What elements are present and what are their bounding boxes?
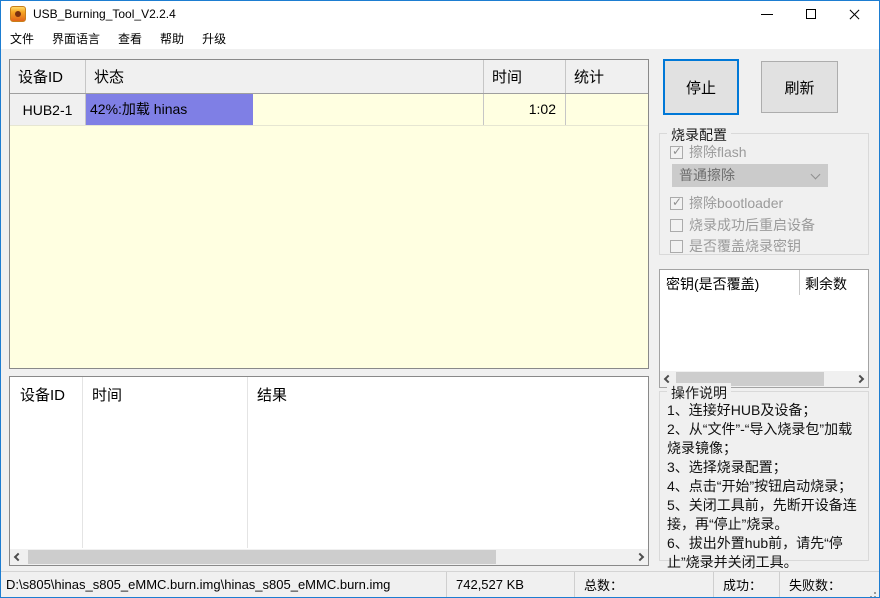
status-fail-label: 失败数：: [779, 572, 879, 597]
close-button[interactable]: [833, 1, 877, 27]
result-table-col-device-id: 设备ID: [10, 377, 82, 410]
key-table-col-remaining: 剩余数: [800, 270, 868, 295]
app-window: USB_Burning_Tool_V2.2.4 文件 界面语言 查看 帮助 升级…: [0, 0, 880, 598]
window-controls: [745, 1, 877, 27]
resize-grip[interactable]: [874, 592, 876, 594]
title-bar: USB_Burning_Tool_V2.2.4: [1, 1, 879, 27]
time-cell: 1:02: [484, 94, 566, 125]
maximize-icon: [806, 9, 816, 19]
device-table-header: 设备ID 状态 时间 统计: [10, 60, 648, 94]
window-title: USB_Burning_Tool_V2.2.4: [33, 7, 176, 21]
status-text: 42%:加载 hinas: [86, 94, 483, 125]
result-table-col-result: 结果: [247, 377, 648, 410]
overwrite-key-checkbox: [670, 240, 683, 253]
menu-item-file[interactable]: 文件: [1, 27, 43, 49]
app-icon: [10, 6, 26, 22]
key-table: 密钥(是否覆盖) 剩余数: [659, 269, 869, 388]
menu-item-help[interactable]: 帮助: [151, 27, 193, 49]
device-table: 设备ID 状态 时间 统计 HUB2-1 42%:加载 hinas 1:02: [9, 59, 649, 369]
instruction-step: 3、选择烧录配置；: [667, 458, 864, 477]
menu-item-view[interactable]: 查看: [109, 27, 151, 49]
device-table-col-status: 状态: [86, 60, 484, 93]
key-table-col-key: 密钥(是否覆盖): [660, 270, 800, 295]
result-table-col-time: 时间: [82, 377, 247, 410]
scroll-right-icon[interactable]: [632, 549, 648, 565]
erase-bootloader-option: 擦除bootloader: [670, 193, 783, 213]
maximize-button[interactable]: [789, 1, 833, 27]
erase-flash-checkbox: [670, 146, 683, 159]
erase-bootloader-checkbox: [670, 197, 683, 210]
status-cell: 42%:加载 hinas: [86, 94, 484, 125]
status-success-label: 成功：: [713, 572, 779, 597]
minimize-button[interactable]: [745, 1, 789, 27]
status-total-label: 总数：: [574, 572, 713, 597]
instructions-title: 操作说明: [667, 383, 731, 403]
instruction-step: 2、从“文件”-“导入烧录包”加载烧录镜像；: [667, 420, 864, 458]
erase-bootloader-label: 擦除bootloader: [689, 193, 783, 213]
result-table-scroll-thumb[interactable]: [28, 550, 496, 564]
reset-after-success-option: 烧录成功后重启设备: [670, 215, 815, 235]
device-table-col-stats: 统计: [566, 60, 648, 93]
reset-after-success-checkbox: [670, 219, 683, 232]
device-table-col-device-id: 设备ID: [10, 60, 86, 93]
instruction-step: 5、关闭工具前，先断开设备连接，再“停止”烧录。: [667, 496, 864, 534]
status-bar: D:\s805\hinas_s805_eMMC.burn.img\hinas_s…: [1, 571, 879, 597]
result-table: 设备ID 时间 结果: [9, 376, 649, 566]
scroll-right-icon[interactable]: [852, 371, 868, 387]
instruction-step: 4、点击“开始”按钮启动烧录；: [667, 477, 864, 496]
status-file-path: D:\s805\hinas_s805_eMMC.burn.img\hinas_s…: [1, 572, 446, 597]
key-table-header: 密钥(是否覆盖) 剩余数: [660, 270, 868, 295]
column-divider: [82, 377, 83, 548]
instruction-step: 1、连接好HUB及设备；: [667, 401, 864, 420]
scroll-left-icon[interactable]: [10, 549, 26, 565]
menu-item-upgrade[interactable]: 升级: [193, 27, 235, 49]
minimize-icon: [761, 14, 773, 15]
result-table-header: 设备ID 时间 结果: [10, 377, 648, 410]
stats-cell: [566, 94, 648, 125]
column-divider: [247, 377, 248, 548]
overwrite-key-label: 是否覆盖烧录密钥: [689, 236, 801, 256]
device-row[interactable]: HUB2-1 42%:加载 hinas 1:02: [10, 94, 648, 126]
result-table-hscrollbar[interactable]: [10, 549, 648, 565]
device-id-cell: HUB2-1: [10, 94, 86, 125]
erase-flash-label: 擦除flash: [689, 142, 747, 162]
overwrite-key-option: 是否覆盖烧录密钥: [670, 236, 801, 256]
erase-flash-option: 擦除flash: [670, 142, 747, 162]
reset-after-success-label: 烧录成功后重启设备: [689, 215, 815, 235]
stop-button[interactable]: 停止: [663, 59, 739, 115]
instruction-step: 6、拔出外置hub前，请先“停止”烧录并关闭工具。: [667, 534, 864, 572]
menu-item-language[interactable]: 界面语言: [43, 27, 109, 49]
status-file-size: 742,527 KB: [446, 572, 574, 597]
burn-config-group: 烧录配置 擦除flash 普通擦除 擦除bootloader 烧录成功后重启设备…: [659, 133, 869, 255]
instructions-group: 操作说明 1、连接好HUB及设备； 2、从“文件”-“导入烧录包”加载烧录镜像；…: [659, 391, 869, 561]
refresh-button[interactable]: 刷新: [761, 61, 838, 113]
erase-mode-dropdown: 普通擦除: [672, 164, 828, 187]
device-table-col-time: 时间: [484, 60, 566, 93]
menu-bar: 文件 界面语言 查看 帮助 升级: [1, 27, 879, 49]
instructions-body: 1、连接好HUB及设备； 2、从“文件”-“导入烧录包”加载烧录镜像； 3、选择…: [667, 401, 864, 572]
